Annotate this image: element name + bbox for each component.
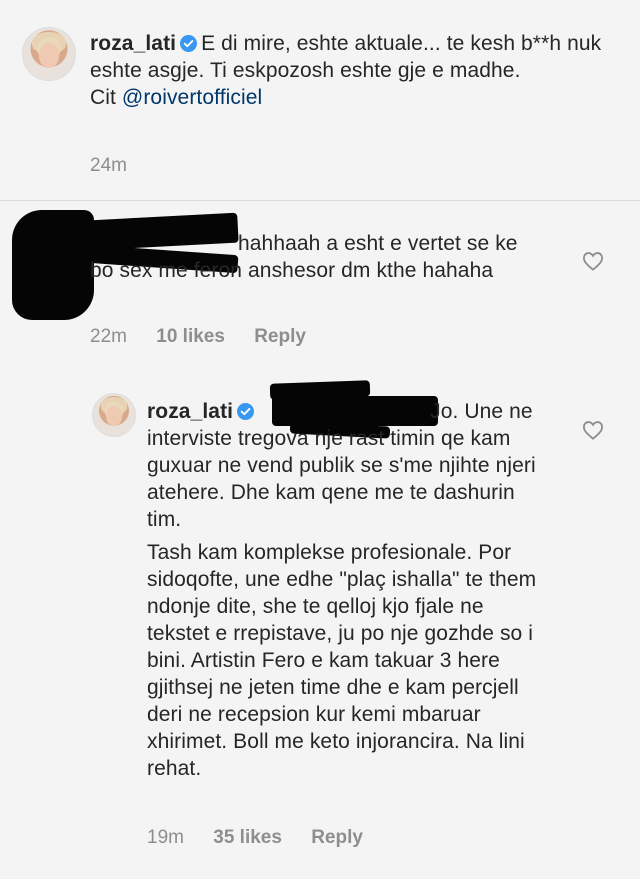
comment-meta: 24m	[90, 155, 151, 177]
comment-meta: 22m 10 likes Reply	[90, 326, 330, 348]
mention-link[interactable]: @roivertofficiel	[122, 86, 262, 109]
heart-icon[interactable]	[582, 420, 604, 440]
comment-body: hahhaah a esht e vertet se ke bo sex me …	[90, 232, 518, 282]
divider	[0, 200, 640, 201]
reply-button[interactable]: Reply	[311, 827, 363, 848]
username[interactable]: roza_lati	[147, 400, 233, 423]
comment-text: hahhaah a esht e vertet se ke bo sex me …	[90, 230, 540, 284]
avatar[interactable]	[92, 393, 136, 437]
username[interactable]: roza_lati	[90, 32, 176, 55]
comment-meta: 19m 35 likes Reply	[147, 827, 387, 849]
like-count[interactable]: 35 likes	[213, 827, 282, 848]
timestamp: 24m	[90, 155, 127, 176]
comment-body-continued: Tash kam komplekse profesionale. Por sid…	[147, 541, 537, 780]
cite-prefix: Cit	[90, 86, 116, 109]
like-count[interactable]: 10 likes	[156, 326, 225, 347]
heart-icon[interactable]	[582, 251, 604, 271]
comment-text: roza_lati Jo. Une ne interviste tregova n…	[147, 398, 547, 782]
reply-button[interactable]: Reply	[254, 326, 306, 347]
timestamp: 22m	[90, 326, 127, 347]
comment-text: roza_lati E di mire, eshte aktuale... te …	[90, 30, 610, 111]
timestamp: 19m	[147, 827, 184, 848]
avatar[interactable]	[22, 27, 76, 81]
verified-badge-icon	[237, 403, 255, 420]
verified-badge-icon	[180, 35, 198, 52]
